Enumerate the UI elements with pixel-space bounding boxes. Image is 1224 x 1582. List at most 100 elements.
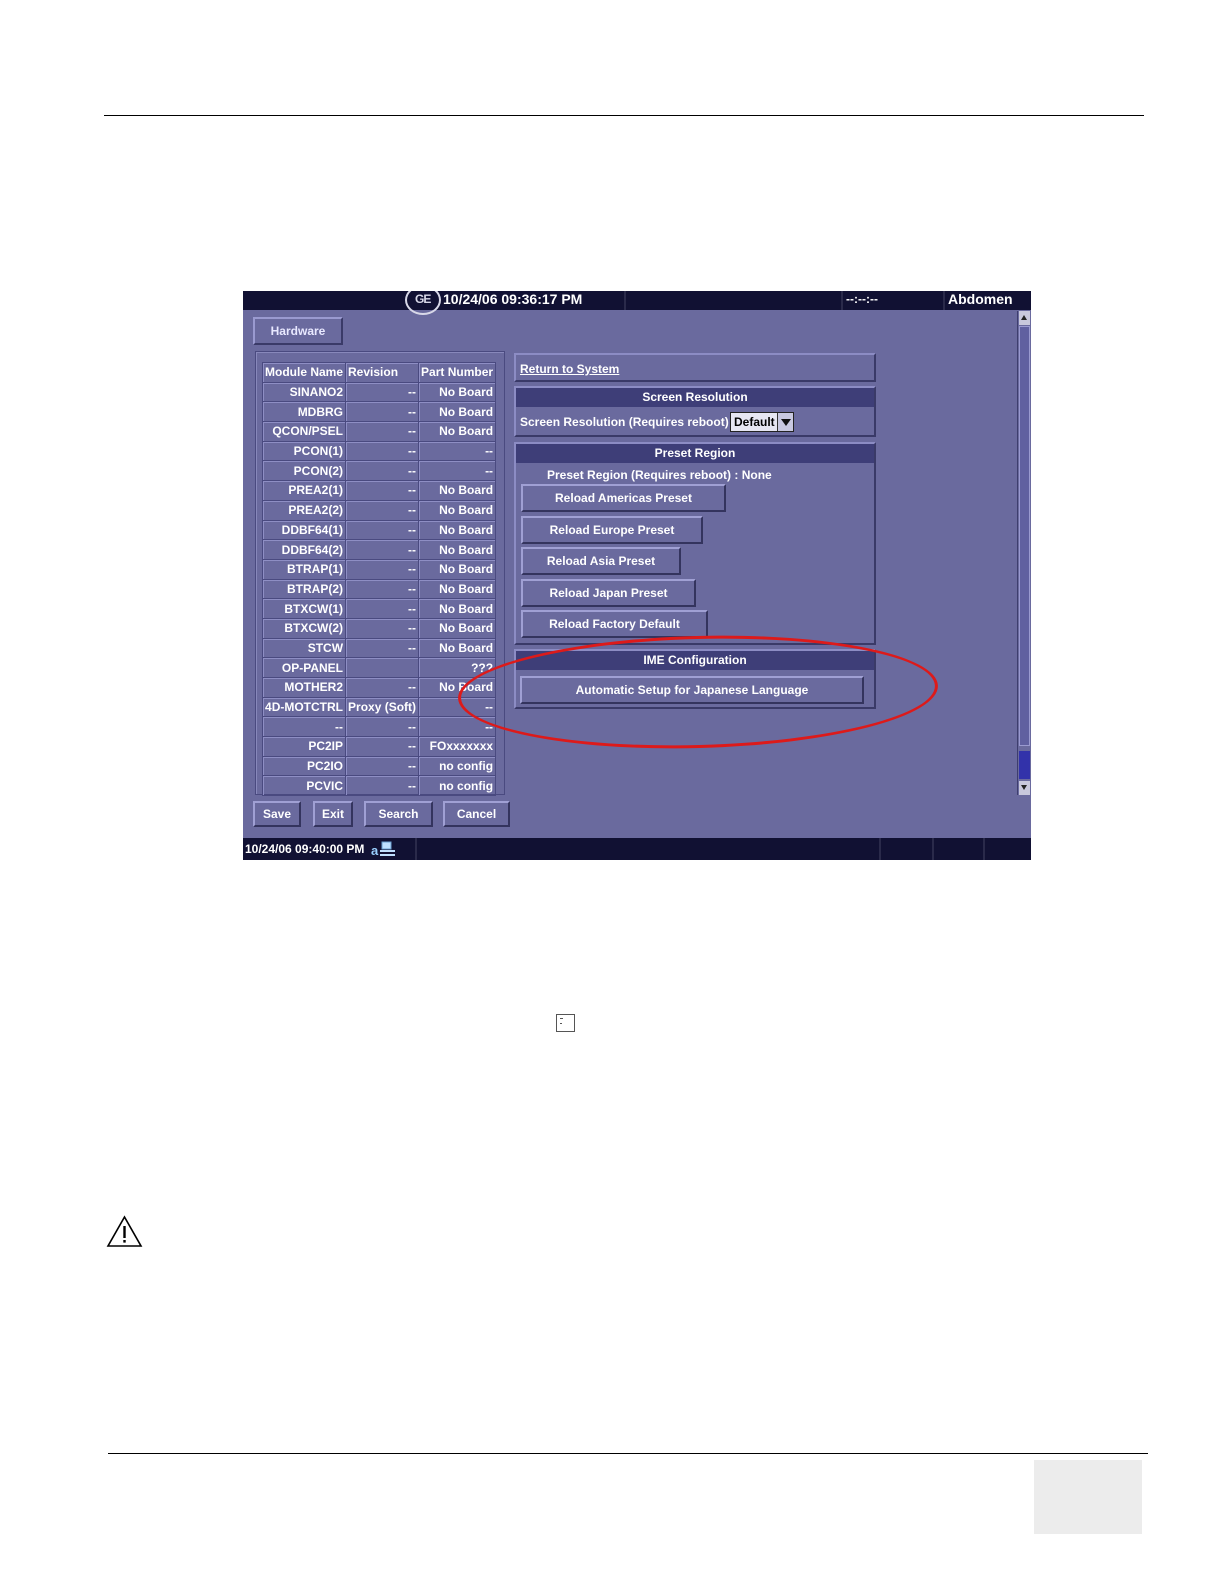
part-number-cell: No Board: [418, 499, 497, 521]
revision-cell: --: [345, 421, 420, 442]
part-number-cell: No Board: [418, 578, 497, 600]
revision-cell: --: [345, 499, 420, 521]
part-number-cell: No Board: [418, 598, 497, 619]
part-number-cell: --: [418, 696, 497, 718]
part-number-cell: No Board: [418, 480, 497, 501]
scroll-up-icon[interactable]: [1019, 311, 1030, 325]
module-name-cell: DDBF64(1): [261, 519, 347, 541]
table-row[interactable]: PC2IP -- FOxxxxxxx: [261, 736, 497, 757]
table-row[interactable]: BTXCW(1) -- No Board: [261, 598, 497, 619]
revision-cell: --: [345, 775, 420, 797]
scroll-down-icon[interactable]: [1019, 781, 1030, 795]
part-number-cell: --: [418, 460, 497, 482]
table-header-row: Module Name Revision Part Number: [261, 362, 497, 383]
part-number-cell: --: [418, 716, 497, 738]
reload-americas-button[interactable]: Reload Americas Preset: [521, 484, 726, 512]
cancel-button[interactable]: Cancel: [443, 801, 510, 827]
module-name-cell: PREA2(1): [261, 480, 347, 501]
reload-factory-default-button[interactable]: Reload Factory Default: [521, 610, 708, 638]
part-number-cell: FOxxxxxxx: [418, 736, 497, 757]
table-row[interactable]: PCON(2) -- --: [261, 460, 497, 482]
module-name-cell: BTRAP(2): [261, 578, 347, 600]
module-name-cell: BTXCW(1): [261, 598, 347, 619]
preset-label: Abdomen: [948, 291, 1013, 307]
preset-region-group: Preset Region Preset Region (Requires re…: [514, 442, 876, 645]
table-row[interactable]: PCVIC -- no config: [261, 775, 497, 797]
screen-resolution-value: Default: [734, 415, 775, 429]
revision-cell: Proxy (Soft): [345, 696, 420, 718]
save-button[interactable]: Save: [253, 801, 301, 827]
table-row[interactable]: PREA2(2) -- No Board: [261, 499, 497, 521]
page-number-box: [1034, 1460, 1142, 1534]
revision-cell: --: [345, 578, 420, 600]
tab-hardware[interactable]: Hardware: [253, 317, 343, 345]
scrollbar-thumb[interactable]: [1019, 326, 1030, 746]
revision-cell: --: [345, 598, 420, 619]
ultrasound-screenshot: GE 10/24/06 09:36:17 PM --:--:-- Abdomen…: [243, 291, 1031, 860]
top-bar: GE 10/24/06 09:36:17 PM --:--:-- Abdomen: [243, 291, 1031, 315]
part-number-cell: No Board: [418, 381, 497, 403]
ime-configuration-group: IME Configuration Automatic Setup for Ja…: [514, 649, 876, 709]
footer-rule: [108, 1453, 1148, 1454]
module-name-cell: BTRAP(1): [261, 558, 347, 580]
part-number-cell: No Board: [418, 617, 497, 639]
vertical-scrollbar[interactable]: [1017, 311, 1030, 795]
table-row[interactable]: -- -- --: [261, 716, 497, 738]
warning-icon: [106, 1215, 143, 1247]
table-row[interactable]: MDBRG -- No Board: [261, 401, 497, 423]
table-row[interactable]: PREA2(1) -- No Board: [261, 480, 497, 501]
return-to-system-link[interactable]: Return to System: [520, 362, 619, 376]
table-row[interactable]: DDBF64(2) -- No Board: [261, 539, 497, 560]
table-row[interactable]: STCW -- No Board: [261, 637, 497, 659]
table-row[interactable]: SINANO2 -- No Board: [261, 381, 497, 403]
status-datetime: 10/24/06 09:40:00 PM: [245, 842, 365, 856]
japanese-setup-button[interactable]: Automatic Setup for Japanese Language: [520, 676, 864, 704]
module-name-cell: QCON/PSEL: [261, 421, 347, 442]
reload-japan-button[interactable]: Reload Japan Preset: [521, 579, 696, 607]
chevron-down-icon[interactable]: [777, 413, 793, 431]
revision-cell: --: [345, 677, 420, 698]
ge-logo-icon: GE: [405, 291, 441, 315]
reload-europe-button[interactable]: Reload Europe Preset: [521, 516, 703, 544]
table-row[interactable]: OP-PANEL???: [261, 657, 497, 678]
screen-resolution-title: Screen Resolution: [516, 388, 874, 407]
table-row[interactable]: QCON/PSEL -- No Board: [261, 421, 497, 442]
return-box: Return to System: [514, 353, 876, 382]
column-header: Module Name: [261, 362, 347, 383]
module-name-cell: PC2IP: [261, 736, 347, 757]
search-button[interactable]: Search: [364, 801, 433, 827]
svg-text:a: a: [371, 843, 379, 858]
revision-cell: --: [345, 558, 420, 580]
module-name-cell: OP-PANEL: [261, 657, 347, 678]
table-row[interactable]: PC2IO -- no config: [261, 755, 497, 777]
revision-cell: --: [345, 381, 420, 403]
revision-cell: --: [345, 637, 420, 659]
part-number-cell: No Board: [418, 677, 497, 698]
table-row[interactable]: 4D-MOTCTRL Proxy (Soft) --: [261, 696, 497, 718]
ime-configuration-title: IME Configuration: [516, 651, 874, 670]
network-icon: a: [371, 841, 395, 858]
exit-button[interactable]: Exit: [313, 801, 353, 827]
screen-resolution-group: Screen Resolution Screen Resolution (Req…: [514, 386, 876, 437]
revision-cell: [345, 657, 420, 678]
table-row[interactable]: BTRAP(2) -- No Board: [261, 578, 497, 600]
revision-cell: --: [345, 617, 420, 639]
top-datetime: 10/24/06 09:36:17 PM: [443, 291, 583, 307]
table-row[interactable]: BTXCW(2) -- No Board: [261, 617, 497, 639]
part-number-cell: No Board: [418, 421, 497, 442]
header-rule: [104, 115, 1144, 116]
table-row[interactable]: BTRAP(1) -- No Board: [261, 558, 497, 580]
table-row[interactable]: MOTHER2 -- No Board: [261, 677, 497, 698]
table-row[interactable]: DDBF64(1) -- No Board: [261, 519, 497, 541]
reload-asia-button[interactable]: Reload Asia Preset: [521, 547, 681, 575]
scrollbar-track[interactable]: [1019, 751, 1030, 779]
part-number-cell: no config: [418, 755, 497, 777]
module-name-cell: PC2IO: [261, 755, 347, 777]
module-name-cell: BTXCW(2): [261, 617, 347, 639]
revision-cell: --: [345, 755, 420, 777]
preset-region-title: Preset Region: [516, 444, 874, 463]
screen-resolution-select[interactable]: Default: [730, 412, 794, 432]
module-name-cell: MOTHER2: [261, 677, 347, 698]
table-row[interactable]: PCON(1) -- --: [261, 440, 497, 462]
module-name-cell: MDBRG: [261, 401, 347, 423]
